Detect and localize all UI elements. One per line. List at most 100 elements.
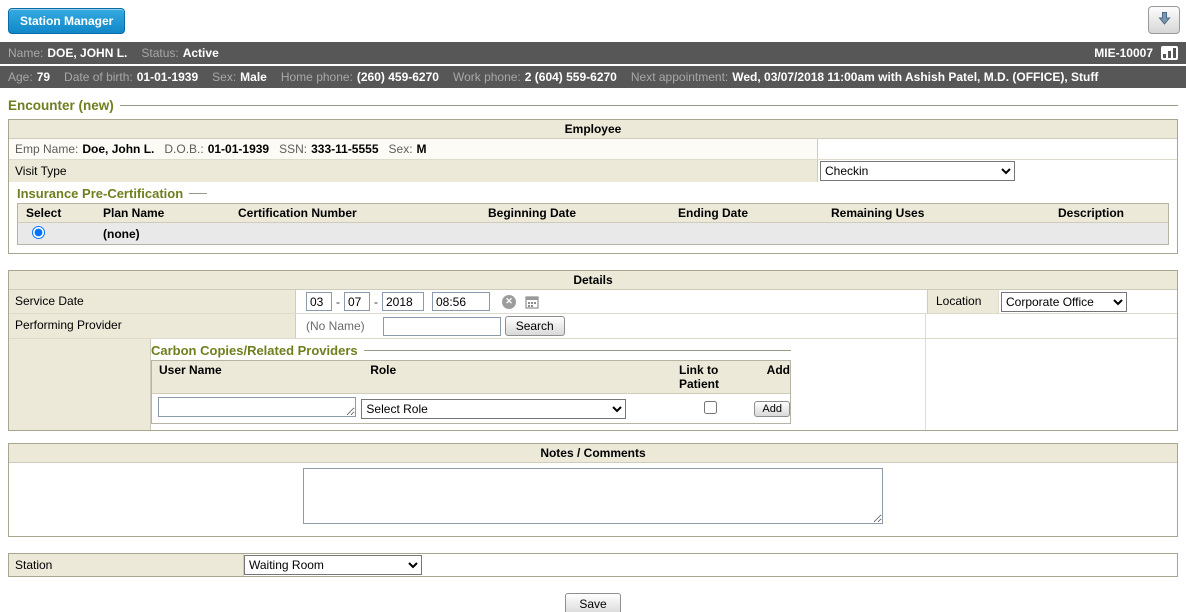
employee-section: Employee Emp Name: Doe, John L. D.O.B.: … xyxy=(8,119,1178,254)
performing-provider-label: Performing Provider xyxy=(9,314,296,338)
save-button[interactable]: Save xyxy=(565,593,620,612)
sex-label: Sex: xyxy=(212,70,236,84)
patient-status: Active xyxy=(183,46,219,60)
add-button[interactable]: Add xyxy=(754,401,790,417)
details-right-cell xyxy=(925,314,1177,338)
employee-section-header: Employee xyxy=(9,120,1177,139)
demographics-bar: Age: 79 Date of birth: 01-01-1939 Sex: M… xyxy=(0,66,1186,88)
details-right-cell xyxy=(925,339,1177,430)
service-date-inputs: - - ✕ xyxy=(296,290,927,313)
provider-search-button[interactable]: Search xyxy=(505,316,565,336)
divider-line xyxy=(364,350,791,351)
insurance-section: Insurance Pre-Certification Select Plan … xyxy=(9,182,1177,253)
emp-name-value: Doe, John L. xyxy=(82,142,154,156)
carbon-table-header: User Name Role Link to Patient Add xyxy=(152,361,790,394)
location-select[interactable]: Corporate Office xyxy=(1001,292,1127,312)
col-header-description: Description xyxy=(1050,204,1168,222)
encounter-form: Encounter (new) Employee Emp Name: Doe, … xyxy=(0,88,1186,612)
visit-type-label-text: Visit Type xyxy=(15,164,67,178)
top-toolbar: Station Manager xyxy=(0,0,1186,42)
home-phone-label: Home phone: xyxy=(281,70,353,84)
insurance-legend-text: Insurance Pre-Certification xyxy=(17,186,183,201)
divider-line xyxy=(120,105,1178,106)
carbon-input-row: Select Role Add xyxy=(152,394,790,423)
date-separator: - xyxy=(374,295,378,309)
col-header-add: Add xyxy=(760,361,790,393)
insurance-select-cell xyxy=(18,226,95,242)
home-phone-value: (260) 459-6270 xyxy=(357,70,439,84)
emp-sex-value: M xyxy=(417,142,427,156)
insurance-legend: Insurance Pre-Certification xyxy=(17,186,1169,201)
role-select[interactable]: Select Role xyxy=(361,399,626,419)
employee-info-row: Emp Name: Doe, John L. D.O.B.: 01-01-193… xyxy=(9,139,1177,160)
age-label: Age: xyxy=(8,70,33,84)
patient-header-bar: Name: DOE, JOHN L. Status: Active MIE-10… xyxy=(0,42,1186,64)
station-label: Station xyxy=(9,554,244,576)
emp-name-label: Emp Name: xyxy=(15,142,78,156)
clear-date-icon[interactable]: ✕ xyxy=(502,295,516,309)
col-header-select: Select xyxy=(18,204,95,222)
insurance-table: Select Plan Name Certification Number Be… xyxy=(17,203,1169,245)
insurance-row-none: (none) xyxy=(18,223,1168,244)
performing-provider-cell: (No Name) Search xyxy=(296,314,925,338)
provider-no-name-text: (No Name) xyxy=(306,319,365,333)
download-icon xyxy=(1157,11,1172,29)
location-label: Location xyxy=(927,290,998,313)
dob-value: 01-01-1939 xyxy=(137,70,198,84)
calendar-icon[interactable] xyxy=(525,295,539,309)
next-appointment-value: Wed, 03/07/2018 11:00am with Ashish Pate… xyxy=(732,70,1098,84)
status-label: Status: xyxy=(141,46,178,60)
visit-type-cell: Checkin xyxy=(817,160,1177,182)
col-header-link-to-patient: Link to Patient xyxy=(672,361,760,393)
divider-line xyxy=(189,193,207,194)
carbon-left-cell xyxy=(9,339,151,430)
ssn-label: SSN: xyxy=(279,142,307,156)
date-separator: - xyxy=(336,295,340,309)
emp-sex-label: Sex: xyxy=(389,142,413,156)
notes-textarea[interactable] xyxy=(303,468,883,524)
station-manager-button[interactable]: Station Manager xyxy=(8,8,125,34)
service-date-month-input[interactable] xyxy=(306,292,332,311)
chart-icon[interactable] xyxy=(1161,46,1178,60)
station-select[interactable]: Waiting Room xyxy=(244,555,422,575)
emp-dob-label: D.O.B.: xyxy=(164,142,203,156)
col-header-certification-number: Certification Number xyxy=(230,204,480,222)
carbon-copies-section: Carbon Copies/Related Providers User Nam… xyxy=(151,343,791,424)
station-row: Station Waiting Room xyxy=(9,554,1177,576)
chart-id: MIE-10007 xyxy=(1094,46,1153,60)
service-date-day-input[interactable] xyxy=(344,292,370,311)
station-section: Station Waiting Room xyxy=(8,553,1178,577)
emp-dob-value: 01-01-1939 xyxy=(208,142,269,156)
ssn-value: 333-11-5555 xyxy=(311,142,378,156)
visit-type-select[interactable]: Checkin xyxy=(820,161,1015,181)
next-appointment-label: Next appointment: xyxy=(631,70,728,84)
col-header-plan-name: Plan Name xyxy=(95,204,230,222)
sex-value: Male xyxy=(240,70,267,84)
work-phone-label: Work phone: xyxy=(453,70,521,84)
carbon-table: User Name Role Link to Patient Add xyxy=(151,360,791,424)
station-cell: Waiting Room xyxy=(244,554,1177,576)
insurance-table-header: Select Plan Name Certification Number Be… xyxy=(18,204,1168,223)
service-date-year-input[interactable] xyxy=(382,292,424,311)
plan-name-none: (none) xyxy=(95,227,230,241)
service-date-label: Service Date xyxy=(9,290,296,313)
col-header-role: Role xyxy=(363,361,672,393)
service-time-input[interactable] xyxy=(432,292,490,311)
link-to-patient-checkbox[interactable] xyxy=(704,401,717,414)
role-cell: Select Role xyxy=(361,399,667,419)
performing-provider-row: Performing Provider (No Name) Search xyxy=(9,314,1177,339)
user-name-cell xyxy=(152,397,361,420)
provider-search-input[interactable] xyxy=(383,317,501,336)
carbon-area: Carbon Copies/Related Providers User Nam… xyxy=(151,339,925,430)
notes-section-header: Notes / Comments xyxy=(9,444,1177,463)
col-header-remaining-uses: Remaining Uses xyxy=(823,204,1050,222)
carbon-legend: Carbon Copies/Related Providers xyxy=(151,343,791,358)
save-row: Save xyxy=(8,593,1178,612)
col-header-ending-date: Ending Date xyxy=(670,204,823,222)
user-name-input[interactable] xyxy=(158,397,356,417)
download-button[interactable] xyxy=(1148,6,1180,34)
insurance-none-radio[interactable] xyxy=(32,226,45,239)
dob-label: Date of birth: xyxy=(64,70,133,84)
service-date-row: Service Date - - ✕ xyxy=(9,290,1177,314)
notes-section: Notes / Comments xyxy=(8,443,1178,537)
